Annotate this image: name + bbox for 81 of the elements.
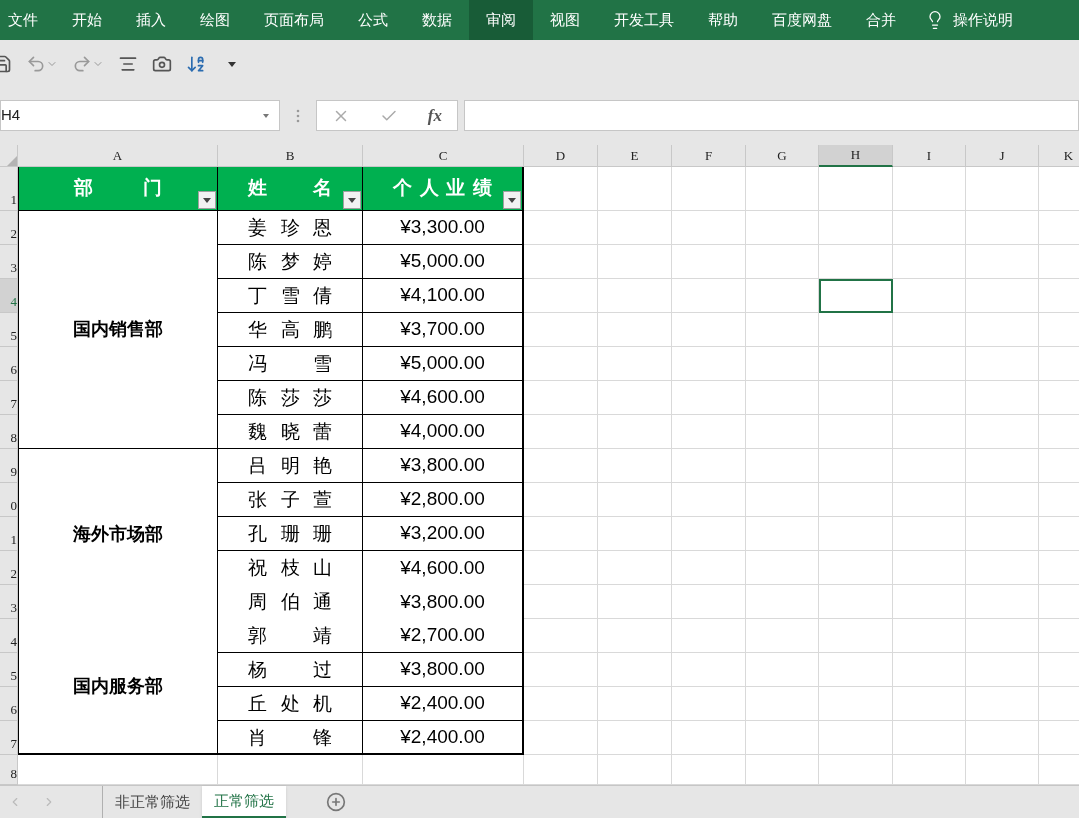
column-header[interactable]: F	[704, 145, 713, 166]
department-cell: 国内服务部	[18, 619, 218, 755]
column-header[interactable]: C	[438, 145, 448, 166]
name-cell: 郭靖	[218, 619, 363, 653]
ribbon-tab[interactable]: 插入	[119, 0, 183, 40]
amount-cell: ¥3,700.00	[363, 313, 524, 347]
department-cell: 海外市场部	[18, 449, 218, 619]
grip-icon	[296, 108, 300, 123]
amount-cell: ¥2,800.00	[363, 483, 524, 517]
formula-input[interactable]	[464, 100, 1079, 131]
column-header[interactable]: H	[850, 145, 861, 165]
insert-function-button[interactable]: fx	[427, 102, 442, 129]
amount-cell: ¥2,400.00	[363, 687, 524, 721]
ribbon-tab[interactable]: 页面布局	[247, 0, 341, 40]
ribbon-tab[interactable]: 合并	[849, 0, 913, 40]
amount-cell: ¥3,300.00	[363, 211, 524, 245]
name-cell: 杨过	[218, 653, 363, 687]
ribbon-tab[interactable]: 数据	[405, 0, 469, 40]
camera-icon[interactable]	[152, 54, 172, 74]
tell-me-search[interactable]: 操作说明	[953, 8, 1013, 32]
amount-cell: ¥2,400.00	[363, 721, 524, 755]
ribbon-tab[interactable]: 绘图	[183, 0, 247, 40]
ribbon-tab[interactable]: 百度网盘	[755, 0, 849, 40]
ribbon-tab[interactable]: 审阅	[469, 0, 533, 40]
filter-dropdown-button[interactable]	[343, 191, 361, 209]
sort-ascending-icon[interactable]	[186, 54, 206, 74]
amount-cell: ¥3,800.00	[363, 449, 524, 483]
caret-icon	[263, 113, 269, 118]
amount-cell: ¥4,000.00	[363, 415, 524, 449]
ribbon-tab[interactable]: 视图	[533, 0, 597, 40]
name-cell: 华高鹏	[218, 313, 363, 347]
row-header[interactable]: 1	[10, 189, 17, 209]
amount-cell: ¥4,100.00	[363, 279, 524, 313]
name-cell: 丘处机	[218, 687, 363, 721]
column-header[interactable]: A	[112, 145, 123, 166]
sheet-tab[interactable]: 非正常筛选	[103, 786, 202, 818]
caret-icon	[508, 197, 516, 203]
column-header[interactable]: J	[999, 145, 1005, 166]
caret-icon	[203, 197, 211, 203]
filter-dropdown-button[interactable]	[503, 191, 521, 209]
amount-cell: ¥2,700.00	[363, 619, 524, 653]
amount-cell: ¥3,200.00	[363, 517, 524, 551]
amount-cell: ¥5,000.00	[363, 245, 524, 279]
caret-icon[interactable]	[228, 61, 236, 67]
amount-cell: ¥5,000.00	[363, 347, 524, 381]
column-header[interactable]: B	[285, 145, 295, 166]
column-header[interactable]: D	[555, 145, 566, 166]
department-cell: 国内销售部	[18, 211, 218, 449]
ribbon-tab[interactable]: 公式	[341, 0, 405, 40]
name-cell: 魏晓蕾	[218, 415, 363, 449]
name-cell: 张子萱	[218, 483, 363, 517]
name-box[interactable]: H4	[0, 100, 280, 131]
name-cell: 吕明艳	[218, 449, 363, 483]
cell-reference: H4	[1, 105, 21, 126]
name-cell: 姜珍恩	[218, 211, 363, 245]
caret-icon	[348, 197, 356, 203]
amount-cell: ¥3,800.00	[363, 653, 524, 687]
name-cell: 陈梦婷	[218, 245, 363, 279]
ribbon-tab[interactable]: 开发工具	[597, 0, 691, 40]
sheet-tab[interactable]: 正常筛选	[202, 786, 286, 818]
column-header[interactable]: E	[630, 145, 639, 166]
ribbon-tab[interactable]: 开始	[55, 0, 119, 40]
amount-cell: ¥4,600.00	[363, 381, 524, 415]
filter-dropdown-button[interactable]	[198, 191, 216, 209]
name-cell: 丁雪倩	[218, 279, 363, 313]
ribbon-tab[interactable]: 帮助	[691, 0, 755, 40]
name-cell: 孔珊珊	[218, 517, 363, 551]
column-header[interactable]: G	[777, 145, 787, 166]
column-title: 个人业绩	[393, 176, 492, 201]
active-cell[interactable]	[819, 279, 893, 313]
redo-icon[interactable]	[72, 54, 92, 74]
undo-icon[interactable]	[26, 54, 46, 74]
name-cell: 陈莎莎	[218, 381, 363, 415]
ribbon-tab[interactable]: 文件	[0, 0, 55, 40]
column-title: 姓名	[248, 176, 332, 201]
center-align-icon[interactable]	[118, 54, 138, 74]
column-header[interactable]: I	[926, 145, 932, 166]
name-cell: 肖锋	[218, 721, 363, 755]
name-cell: 冯雪	[218, 347, 363, 381]
add-sheet-icon[interactable]	[326, 792, 346, 812]
column-title: 部门	[74, 176, 162, 201]
